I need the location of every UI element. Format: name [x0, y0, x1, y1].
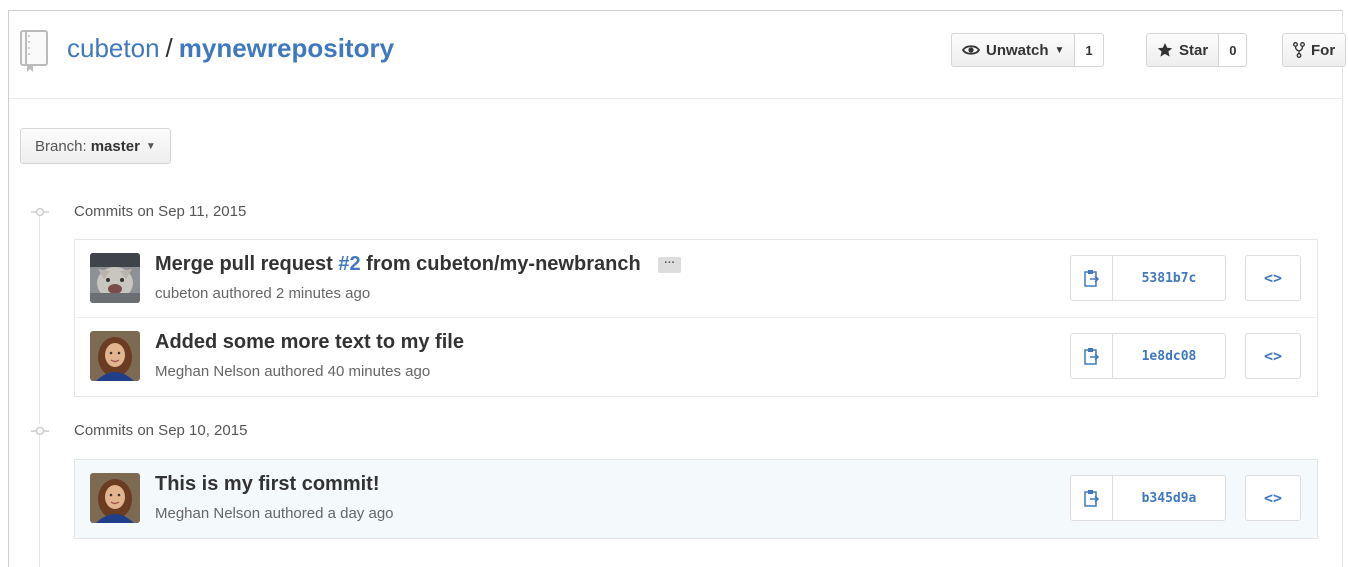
timeline-line [39, 214, 40, 424]
commit-message[interactable]: This is my first commit! [155, 473, 380, 496]
commit-row: Added some more text to my file Meghan N… [75, 318, 1317, 396]
avatar[interactable] [90, 253, 140, 303]
fork-icon [1293, 42, 1305, 58]
star-label: Star [1179, 41, 1209, 59]
commit-list: This is my first commit! Meghan Nelson a… [74, 459, 1318, 539]
commit-group-date: Commits on Sep 10, 2015 [74, 422, 248, 439]
copy-sha-button[interactable] [1070, 475, 1113, 521]
browse-code-button[interactable]: <> [1245, 333, 1301, 379]
commit-message[interactable]: Added some more text to my file [155, 331, 464, 354]
star-icon [1157, 43, 1173, 57]
copy-sha-button[interactable] [1070, 333, 1113, 379]
repo-title-separator: / [165, 33, 173, 63]
repo-name-link[interactable]: mynewrepository [179, 33, 394, 63]
copy-sha-button[interactable] [1070, 255, 1113, 301]
branch-prefix: Branch: [35, 137, 87, 155]
branch-selector[interactable]: Branch: master ▼ [20, 128, 171, 164]
watch-button-group: Unwatch ▼ 1 [951, 33, 1104, 67]
unwatch-button[interactable]: Unwatch ▼ [951, 33, 1076, 67]
chevron-down-icon: ▼ [1054, 44, 1065, 56]
browse-code-button[interactable]: <> [1245, 475, 1301, 521]
eye-icon [962, 45, 980, 55]
git-commit-icon [31, 207, 49, 217]
repo-page: cubeton / mynewrepository Unwatch ▼ 1 Star… [8, 10, 1346, 567]
commit-meta: Meghan Nelson authored 40 minutes ago [155, 363, 431, 380]
star-button[interactable]: Star [1146, 33, 1220, 67]
repo-title: cubeton / mynewrepository [67, 33, 394, 64]
repo-header: cubeton / mynewrepository Unwatch ▼ 1 Star… [9, 11, 1346, 99]
commit-message-suffix: from cubeton/my-newbranch [360, 253, 641, 275]
timeline-line [39, 435, 40, 567]
commit-sha-link[interactable]: 1e8dc08 [1113, 333, 1226, 379]
browse-code-button[interactable]: <> [1245, 255, 1301, 301]
repo-owner-link[interactable]: cubeton [67, 33, 160, 63]
git-commit-icon [31, 426, 49, 436]
commit-message[interactable]: Merge pull request #2 from cubeton/my-ne… [155, 253, 682, 276]
commit-list: Merge pull request #2 from cubeton/my-ne… [74, 239, 1318, 397]
watchers-count[interactable]: 1 [1075, 33, 1104, 67]
star-button-group: Star 0 [1146, 33, 1248, 67]
avatar[interactable] [90, 331, 140, 381]
pull-request-link[interactable]: #2 [338, 253, 360, 275]
unwatch-label: Unwatch [986, 41, 1049, 59]
branch-name: master [90, 137, 140, 155]
fork-label: For [1311, 41, 1336, 59]
clipboard-icon [1083, 490, 1099, 507]
commit-row: Merge pull request #2 from cubeton/my-ne… [75, 240, 1317, 318]
avatar[interactable] [90, 473, 140, 523]
fork-button-group: For [1282, 33, 1346, 67]
stargazers-count[interactable]: 0 [1219, 33, 1248, 67]
commit-sha-link[interactable]: 5381b7c [1113, 255, 1226, 301]
fork-button[interactable]: For [1282, 33, 1346, 67]
commit-meta: cubeton authored 2 minutes ago [155, 285, 371, 302]
clipboard-icon [1083, 270, 1099, 287]
commit-message-prefix: Merge pull request [155, 253, 339, 275]
commit-meta: Meghan Nelson authored a day ago [155, 505, 394, 522]
clipboard-icon [1083, 348, 1099, 365]
commit-sha-link[interactable]: b345d9a [1113, 475, 1226, 521]
chevron-down-icon: ▼ [145, 140, 156, 152]
commit-row: This is my first commit! Meghan Nelson a… [75, 460, 1317, 538]
expand-message-button[interactable]: ··· [658, 256, 682, 273]
commit-group-date: Commits on Sep 11, 2015 [74, 203, 247, 220]
repo-icon [20, 30, 48, 72]
